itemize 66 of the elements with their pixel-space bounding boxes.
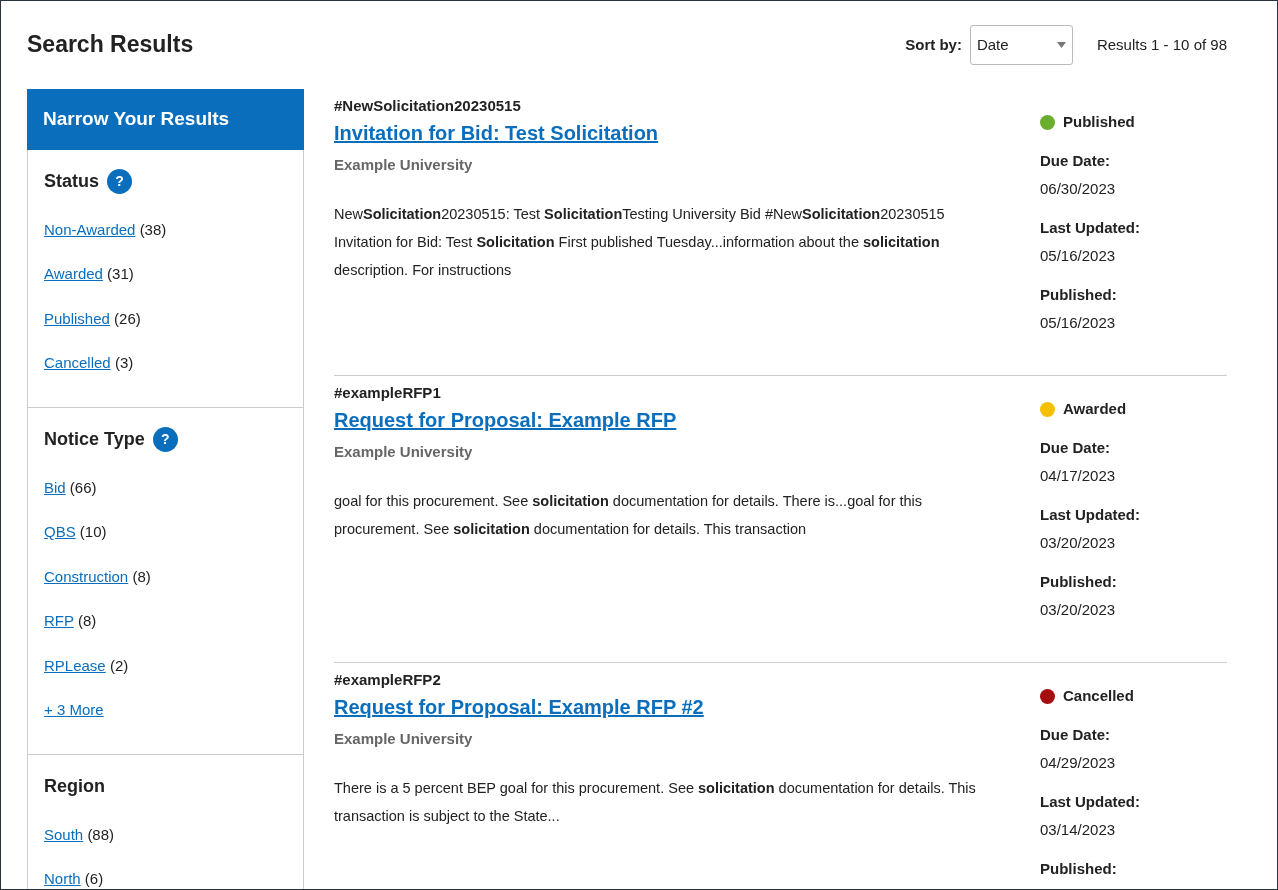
result-id: #NewSolicitation20230515 [334, 96, 522, 116]
filter-group-title: Notice Type [44, 427, 145, 451]
result-id: #exampleRFP2 [334, 670, 442, 690]
results-count: Results 1 - 10 of 98 [1096, 34, 1227, 55]
sort-dropdown[interactable]: Date [969, 25, 1073, 65]
more-link[interactable]: + 3 More [44, 701, 104, 718]
filter-link[interactable]: QBS [44, 523, 76, 540]
sidebar-header: Narrow Your Results [27, 89, 304, 150]
status-label: Published [1063, 112, 1135, 132]
sort-label: Sort by: [905, 34, 962, 55]
meta-value: 05/16/2023 [1040, 313, 1117, 333]
filter-count: (2) [109, 656, 129, 674]
meta-value: 03/20/2023 [1040, 533, 1117, 553]
meta-value: 04/29/2023 [1040, 753, 1117, 773]
filter-link[interactable]: Construction [44, 567, 129, 585]
meta-label: Last Updated: [1040, 504, 1140, 525]
meta-label: Due Date: [1040, 437, 1111, 458]
result-id: #exampleRFP1 [334, 383, 442, 403]
filter-link[interactable]: Non-Awarded [44, 220, 136, 238]
filter-count: (8) [77, 612, 97, 629]
status-label: Cancelled [1063, 686, 1134, 706]
meta-label: Due Date: [1040, 150, 1111, 171]
result-title-link[interactable]: Request for Proposal: Example RFP [334, 404, 677, 435]
status-label: Awarded [1063, 399, 1127, 419]
meta-label: Last Updated: [1040, 217, 1140, 238]
meta-label: Published: [1040, 571, 1118, 592]
organization: Example University [334, 441, 474, 462]
filter-count: (8) [132, 567, 151, 585]
filter-link[interactable]: North [44, 870, 81, 887]
meta-value: 04/17/2023 [1040, 466, 1117, 486]
result-snippet: There is a 5 percent BEP goal for this procurement. See solicitation documentation for details. This transaction is subject to the State... [334, 779, 977, 826]
result-title-link[interactable]: Request for Proposal: Example RFP #2 [334, 691, 704, 722]
meta-label: Published: [1040, 284, 1118, 305]
meta-value: 05/16/2023 [1040, 246, 1117, 266]
filter-group-title: Region [44, 774, 105, 798]
filter-link[interactable]: Awarded [44, 265, 103, 282]
meta-label: Published: [1040, 858, 1118, 879]
organization: Example University [334, 728, 474, 749]
filter-count: (31) [107, 265, 134, 282]
page-title: Search Results [27, 31, 194, 59]
filter-link[interactable]: Published [44, 309, 110, 327]
filter-link[interactable]: RPLease [44, 656, 106, 674]
filter-count: (6) [84, 870, 104, 887]
filter-count: (66) [69, 478, 97, 496]
result-snippet: goal for this procurement. See solicitation documentation for details. There is...goal for this procurement. See solicitation documentation for details. This transaction [334, 492, 924, 539]
filter-count: (38) [139, 220, 167, 238]
result-title-link[interactable]: Invitation for Bid: Test Solicitation [334, 117, 659, 148]
filter-link[interactable]: Cancelled [44, 354, 111, 371]
help-icon[interactable]: ? [107, 168, 132, 194]
filter-count: (10) [79, 523, 107, 540]
meta-label: Last Updated: [1040, 791, 1140, 812]
filter-group-title: Status [44, 169, 99, 193]
organization: Example University [334, 154, 474, 175]
filter-count: (88) [87, 825, 115, 843]
meta-label: Due Date: [1040, 724, 1111, 745]
filter-link[interactable]: RFP [44, 612, 74, 629]
caret-icon [1056, 42, 1066, 48]
filter-count: (3) [114, 354, 134, 371]
result-snippet: NewSolicitation20230515: Test SolicitationTesting University Bid #NewSolicitation20230515 Invitation for Bid: Test Solicitation First published Tuesday...information about the solicitation description. For instructions [334, 205, 946, 280]
filter-link[interactable]: Bid [44, 478, 66, 496]
meta-value: 03/14/2023 [1040, 820, 1117, 840]
help-icon[interactable]: ? [152, 426, 178, 452]
meta-value: 03/20/2023 [1040, 600, 1117, 620]
meta-value: 06/30/2023 [1040, 179, 1117, 199]
filter-link[interactable]: South [44, 825, 84, 843]
filter-count: (26) [114, 309, 141, 327]
